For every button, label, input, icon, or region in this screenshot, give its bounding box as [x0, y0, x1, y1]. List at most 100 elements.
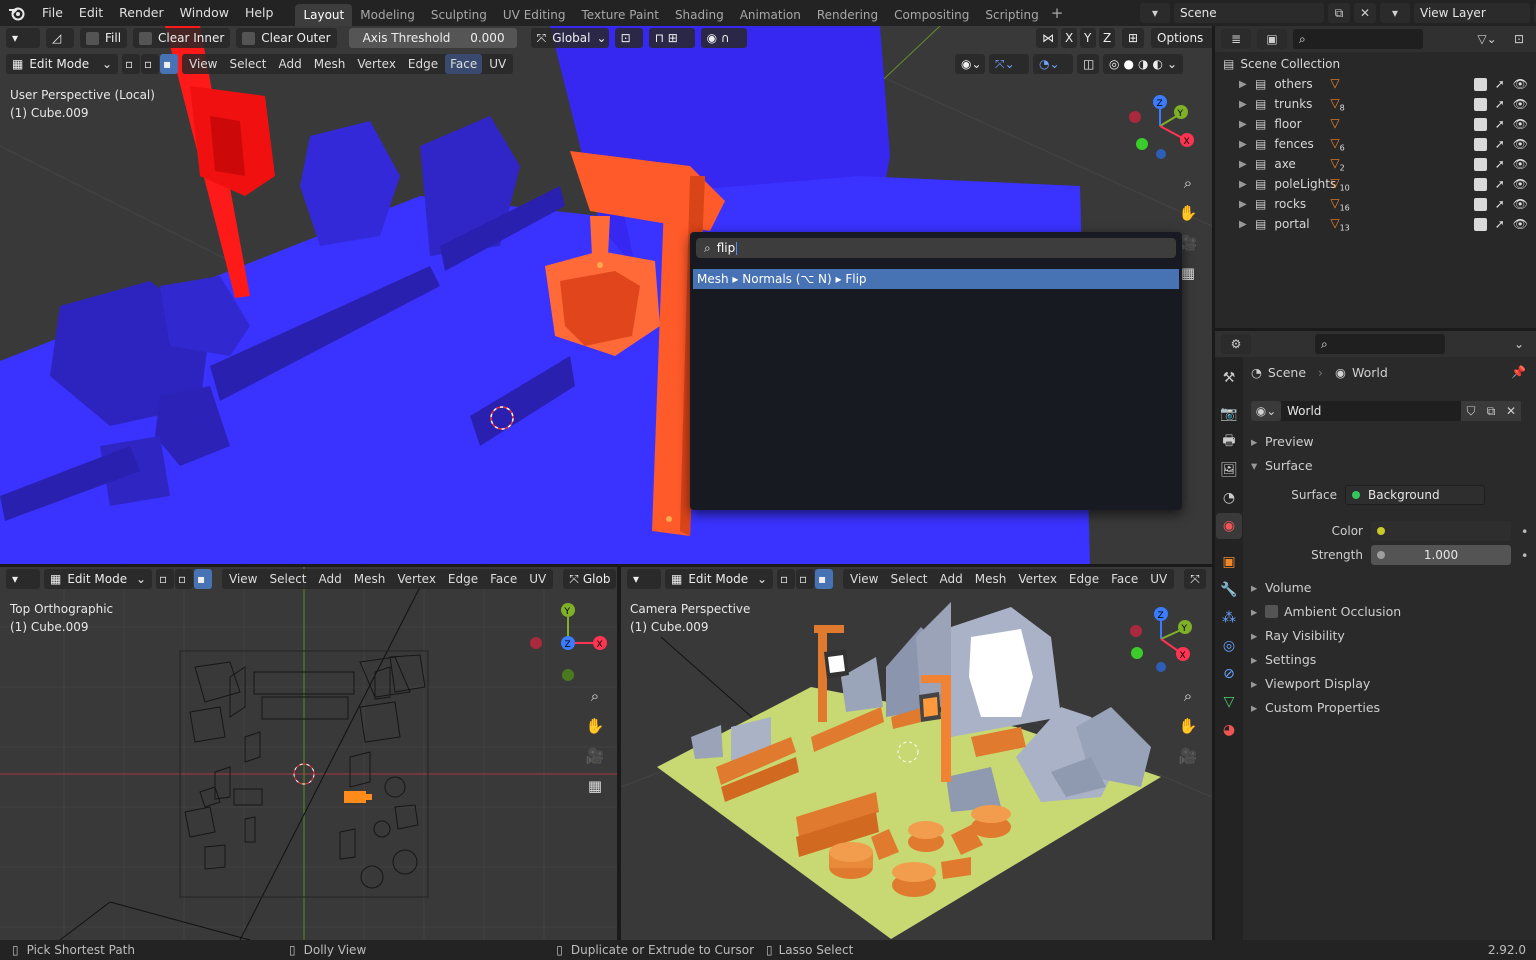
- outliner-item-0[interactable]: ▶ ▤ others ▽ ➚ 👁: [1215, 74, 1536, 94]
- mode-dropdown[interactable]: ▦ Edit Mode ⌄: [665, 569, 773, 589]
- expand-arrow-icon[interactable]: ▶: [1239, 219, 1255, 230]
- keyframe-dot-icon[interactable]: •: [1521, 524, 1528, 539]
- orientation-dropdown[interactable]: ⤧ Global ⌄: [530, 28, 609, 48]
- chevron-down-icon[interactable]: ⌄: [1167, 57, 1177, 71]
- menu-view[interactable]: View: [224, 569, 262, 589]
- ambient-occlusion-panel-header[interactable]: ▸ Ambient Occlusion: [1251, 599, 1531, 623]
- menu-vertex[interactable]: Vertex: [352, 54, 401, 74]
- menu-edit[interactable]: Edit: [71, 0, 111, 26]
- mirror-y-toggle[interactable]: Y: [1080, 28, 1096, 48]
- pin-icon[interactable]: 📌: [1511, 365, 1526, 379]
- scene-tab-icon[interactable]: ◔: [1216, 485, 1242, 511]
- tab-rendering[interactable]: Rendering: [809, 4, 886, 26]
- constraints-tab-icon[interactable]: ⊘: [1216, 661, 1242, 687]
- options-dropdown[interactable]: Options⌄: [1151, 28, 1212, 48]
- exclude-checkbox[interactable]: [1473, 117, 1487, 131]
- menu-vertex[interactable]: Vertex: [1013, 569, 1062, 589]
- expand-arrow-icon[interactable]: ▶: [1239, 79, 1255, 90]
- expand-arrow-icon[interactable]: ▶: [1239, 199, 1255, 210]
- menu-mesh[interactable]: Mesh: [309, 54, 351, 74]
- data-tab-icon[interactable]: ▽: [1216, 689, 1242, 715]
- keyframe-dot-icon[interactable]: •: [1521, 548, 1528, 563]
- expand-arrow-icon[interactable]: ▶: [1239, 139, 1255, 150]
- navigation-gizmo[interactable]: Z Y X: [1120, 92, 1200, 162]
- snap-icon[interactable]: ⊓ ⊞: [648, 28, 695, 48]
- outliner-item-5[interactable]: ▶ ▤ poleLights ▽10 ➚ 👁: [1215, 174, 1536, 194]
- pan-hand-icon[interactable]: ✋: [1175, 713, 1201, 739]
- eye-icon[interactable]: 👁: [1513, 197, 1528, 211]
- world-tab-icon[interactable]: ◉: [1216, 513, 1242, 539]
- editor-type-icon[interactable]: ≣: [1221, 29, 1251, 49]
- axis-threshold-field[interactable]: Axis Threshold 0.000: [348, 28, 517, 48]
- rendered-shading-icon[interactable]: ◐: [1152, 57, 1162, 71]
- exclude-checkbox[interactable]: [1473, 217, 1487, 231]
- solid-shading-icon[interactable]: ●: [1123, 57, 1133, 71]
- color-field[interactable]: [1371, 521, 1511, 541]
- outliner-item-3[interactable]: ▶ ▤ fences ▽6 ➚ 👁: [1215, 134, 1536, 154]
- menu-view[interactable]: View: [845, 569, 883, 589]
- scene-name-field[interactable]: Scene: [1174, 3, 1324, 23]
- delete-scene-icon[interactable]: ✕: [1354, 3, 1376, 23]
- new-collection-icon[interactable]: ⊡: [1508, 29, 1530, 49]
- tab-uv-editing[interactable]: UV Editing: [495, 4, 574, 26]
- menu-view[interactable]: View: [184, 54, 222, 74]
- menu-mesh[interactable]: Mesh: [970, 569, 1012, 589]
- edge-select-icon[interactable]: ▫: [141, 54, 159, 74]
- surface-shader-field[interactable]: Background: [1345, 485, 1485, 505]
- grid-icon[interactable]: ▦: [582, 773, 608, 799]
- xray-icon[interactable]: ◫: [1077, 54, 1099, 74]
- face-select-icon[interactable]: ▪: [194, 569, 212, 589]
- selectable-arrow-icon[interactable]: ➚: [1495, 197, 1505, 211]
- mirror-icon[interactable]: ⋈: [1036, 28, 1058, 48]
- menu-select[interactable]: Select: [224, 54, 271, 74]
- menu-vertex[interactable]: Vertex: [392, 569, 441, 589]
- menu-add[interactable]: Add: [935, 569, 968, 589]
- menu-face[interactable]: Face: [485, 569, 522, 589]
- modifier-tab-icon[interactable]: 🔧: [1216, 577, 1242, 603]
- menu-edge[interactable]: Edge: [443, 569, 483, 589]
- menu-window[interactable]: Window: [172, 0, 237, 26]
- tab-shading[interactable]: Shading: [667, 4, 732, 26]
- eye-icon[interactable]: 👁: [1513, 217, 1528, 231]
- top-ortho-viewport[interactable]: ▾ ▦ Edit Mode ⌄ ▫ ▫ ▪ View Select Add Mesh…: [0, 567, 617, 940]
- view-layer-browse-icon[interactable]: ▾: [1380, 3, 1410, 23]
- eye-icon[interactable]: 👁: [1513, 97, 1528, 111]
- filter-icon[interactable]: ▽⌄: [1472, 29, 1502, 49]
- menu-select[interactable]: Select: [885, 569, 932, 589]
- tab-modeling[interactable]: Modeling: [352, 4, 423, 26]
- duplicate-world-icon[interactable]: ⧉: [1481, 401, 1501, 421]
- object-tab-icon[interactable]: ▣: [1216, 549, 1242, 575]
- material-shading-icon[interactable]: ◑: [1138, 57, 1148, 71]
- zoom-icon[interactable]: ⌕: [1175, 683, 1201, 709]
- clear-outer-checkbox[interactable]: Clear Outer: [236, 28, 337, 48]
- face-select-icon[interactable]: ▪: [160, 54, 178, 74]
- wireframe-shading-icon[interactable]: ◎: [1109, 57, 1119, 71]
- scene-browse-icon[interactable]: ▾: [1140, 3, 1170, 23]
- view-layer-tab-icon[interactable]: 🖼: [1216, 457, 1242, 483]
- orientation-icon[interactable]: ⤧: [1184, 569, 1207, 589]
- outliner-item-7[interactable]: ▶ ▤ portal ▽13 ➚ 👁: [1215, 214, 1536, 234]
- mode-dropdown[interactable]: ▦ Edit Mode ⌄: [6, 54, 118, 74]
- selectable-arrow-icon[interactable]: ➚: [1495, 117, 1505, 131]
- outliner-item-4[interactable]: ▶ ▤ axe ▽2 ➚ 👁: [1215, 154, 1536, 174]
- world-name-field[interactable]: World: [1281, 401, 1461, 421]
- overlays-icon[interactable]: ◔⌄: [1033, 54, 1073, 74]
- eye-icon[interactable]: 👁: [1513, 177, 1528, 191]
- surface-panel-header[interactable]: ▾ Surface: [1251, 453, 1531, 477]
- selectable-arrow-icon[interactable]: ➚: [1495, 217, 1505, 231]
- tab-texture-paint[interactable]: Texture Paint: [574, 4, 667, 26]
- camera-icon[interactable]: 🎥: [1175, 743, 1201, 769]
- pan-hand-icon[interactable]: ✋: [582, 713, 608, 739]
- material-tab-icon[interactable]: ◕: [1216, 717, 1242, 743]
- menu-mesh[interactable]: Mesh: [349, 569, 391, 589]
- tab-animation[interactable]: Animation: [732, 4, 809, 26]
- ray-visibility-panel-header[interactable]: ▸ Ray Visibility: [1251, 623, 1531, 647]
- camera-icon[interactable]: 🎥: [582, 743, 608, 769]
- tool-tab-icon[interactable]: ⚒: [1216, 365, 1242, 391]
- edge-select-icon[interactable]: ▫: [796, 569, 814, 589]
- orientation-dropdown[interactable]: ⤧ Glob: [563, 569, 617, 589]
- knife-tool-icon[interactable]: ◿: [46, 28, 74, 48]
- selectable-arrow-icon[interactable]: ➚: [1495, 97, 1505, 111]
- settings-panel-header[interactable]: ▸ Settings: [1251, 647, 1531, 671]
- selectable-arrow-icon[interactable]: ➚: [1495, 157, 1505, 171]
